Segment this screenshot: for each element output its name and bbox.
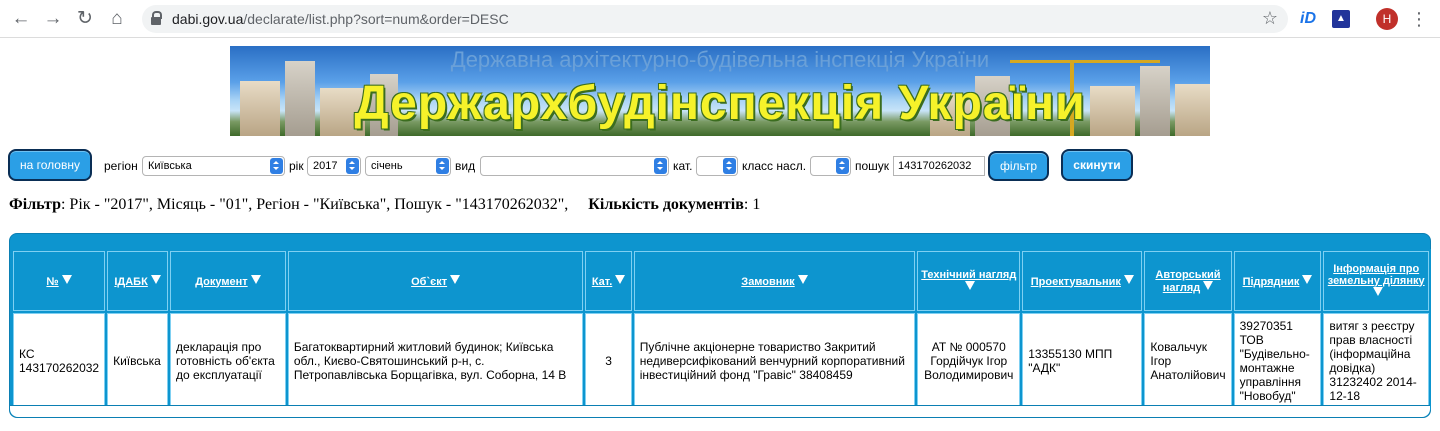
select-arrows-icon [436,158,449,174]
column-header-category[interactable]: Кат. [585,251,632,311]
select-arrows-icon [723,158,736,174]
column-header-object[interactable]: Об`єкт [287,251,584,311]
region-select[interactable]: Київська [142,156,285,176]
bookmark-star-icon[interactable]: ☆ [1262,8,1278,29]
year-select[interactable]: 2017 [307,156,361,176]
home-icon[interactable]: ⌂ [106,8,128,30]
region-label: регіон [104,159,138,173]
class-label: класс насл. [742,159,807,173]
filter-button[interactable]: фільтр [988,151,1049,181]
sort-arrow-icon[interactable] [1123,274,1134,284]
browser-menu-icon[interactable]: ⋮ [1410,8,1428,30]
table-footer [10,405,1430,417]
column-header-document[interactable]: Документ [170,251,286,311]
banner-subtitle: Державна архітектурно-будівельна інспекц… [450,47,990,72]
sort-arrow-icon[interactable] [965,280,976,290]
category-select[interactable] [696,156,738,176]
forward-arrow-icon[interactable]: → [42,8,64,30]
browser-toolbar: ← → ↻ ⌂ dabi.gov.ua/declarate/list.php?s… [0,0,1440,38]
filter-summary-label: Фільтр [9,196,61,213]
cell-tech-supervision: АТ № 000570 Гордійчук Ігор Володимирович [917,313,1021,408]
search-input[interactable] [893,156,985,176]
filter-summary-text: : Рік - "2017", Місяць - "01", Регіон - … [60,196,569,213]
category-label: кат. [673,159,693,173]
type-label: вид [455,159,476,173]
document-count-value: : 1 [743,196,761,213]
banner-title: Держархбудінспекція України [354,77,1086,130]
column-header-contractor[interactable]: Підрядник [1233,251,1322,311]
declarations-table: № ІДАБК Документ Об`єкт Кат. Замовник Те… [11,249,1431,410]
select-arrows-icon [836,158,849,174]
extension-id-icon[interactable]: iD [1300,9,1320,29]
select-arrows-icon [270,158,283,174]
type-select[interactable] [480,156,669,176]
column-header-author-supervision[interactable]: Авторський нагляд [1144,251,1232,311]
sort-arrow-icon[interactable] [450,274,461,284]
year-label: рік [289,159,304,173]
extension-icon[interactable]: ▲ [1332,10,1350,28]
cell-idabk: Київська [107,313,169,408]
site-banner: Державна архітектурно-будівельна інспекц… [230,46,1210,136]
select-arrows-icon [346,158,359,174]
profile-avatar[interactable]: H [1376,8,1398,30]
sort-arrow-icon[interactable] [1203,280,1214,290]
cell-customer: Публічне акціонерне товариство Закритий … [633,313,916,408]
sort-arrow-icon[interactable] [1372,286,1383,296]
sort-arrow-icon[interactable] [615,274,626,284]
column-header-land-info[interactable]: Інформація про земельну ділянку [1323,251,1429,311]
sort-arrow-icon[interactable] [61,274,72,284]
table-header-row: № ІДАБК Документ Об`єкт Кат. Замовник Те… [13,251,1429,311]
cell-author-supervision: Ковальчук Ігор Анатолійович [1144,313,1232,408]
class-select[interactable] [810,156,851,176]
month-select[interactable]: січень [365,156,451,176]
url-text[interactable]: dabi.gov.ua/declarate/list.php?sort=num&… [172,11,509,27]
filter-summary: Фільтр: Рік - "2017", Місяць - "01", Рег… [9,196,760,214]
column-header-idabk[interactable]: ІДАБК [107,251,169,311]
cell-category: 3 [585,313,632,408]
reload-icon[interactable]: ↻ [74,8,96,30]
column-header-num[interactable]: № [13,251,106,311]
back-arrow-icon[interactable]: ← [10,8,32,30]
cell-num: КС 143170262032 [13,313,106,408]
select-arrows-icon [654,158,667,174]
lock-icon [151,11,162,25]
cell-land-info: витяг з реєстру прав власності (інформац… [1323,313,1429,408]
column-header-designer[interactable]: Проектувальник [1022,251,1143,311]
search-label: пошук [855,159,890,173]
sort-arrow-icon[interactable] [250,274,261,284]
home-button[interactable]: на головну [8,149,92,181]
table-row: КС 143170262032 Київська декларація про … [13,313,1429,408]
address-bar[interactable]: dabi.gov.ua/declarate/list.php?sort=num&… [142,5,1288,33]
sort-arrow-icon[interactable] [1302,274,1313,284]
cell-designer: 13355130 МПП "АДК" [1022,313,1143,408]
reset-button[interactable]: скинути [1061,149,1133,181]
cell-object: Багатоквартирний житловий будинок; Київс… [287,313,584,408]
column-header-tech-supervision[interactable]: Технічний нагляд [917,251,1021,311]
cell-contractor: 39270351 ТОВ "Будівельно-монтажне управл… [1233,313,1322,408]
declarations-table-container: № ІДАБК Документ Об`єкт Кат. Замовник Те… [9,233,1431,418]
cell-document: декларація про готовність об'єкта до екс… [170,313,286,408]
sort-arrow-icon[interactable] [797,274,808,284]
document-count-label: Кількість документів [588,196,744,213]
column-header-customer[interactable]: Замовник [633,251,916,311]
sort-arrow-icon[interactable] [150,274,161,284]
